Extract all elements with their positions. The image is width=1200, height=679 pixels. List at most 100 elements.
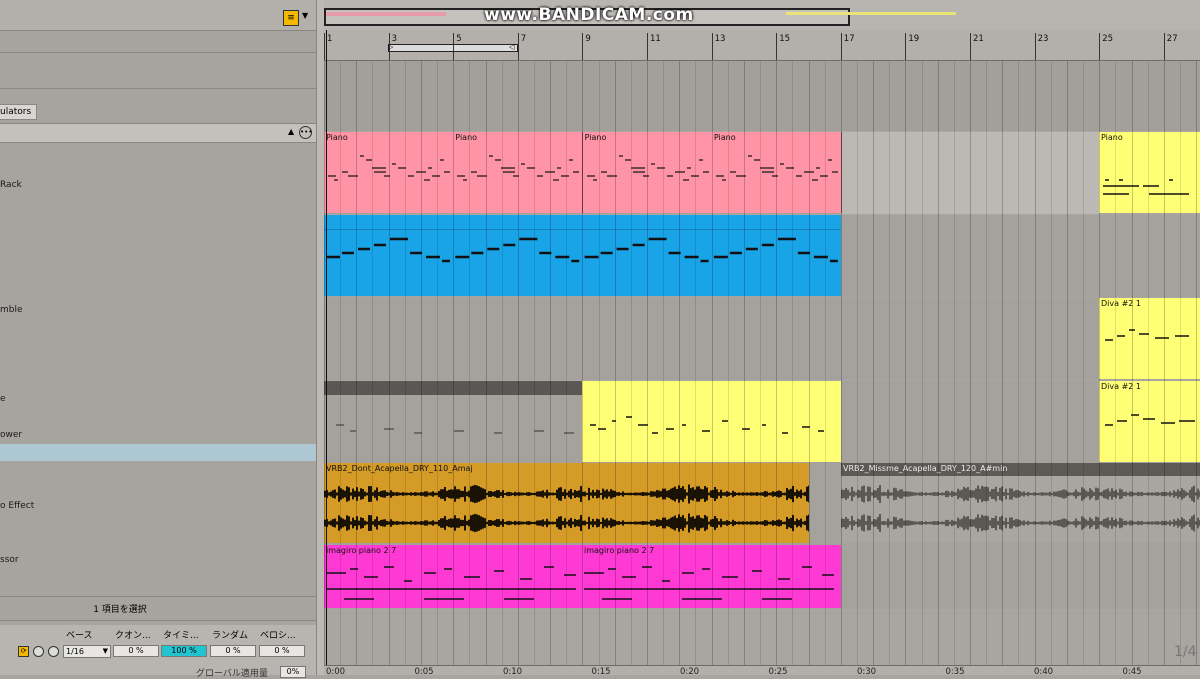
timing-amount-field[interactable]: 100 % xyxy=(161,645,207,657)
grid-line xyxy=(856,61,858,665)
clip-title: Piano xyxy=(713,133,736,142)
base-select[interactable]: 1/16 ▼ xyxy=(63,645,111,658)
bar-number: 5 xyxy=(456,34,462,44)
bar-number: 17 xyxy=(843,34,855,44)
bar-tick xyxy=(388,33,390,60)
bar-number: 15 xyxy=(779,34,791,44)
time-label: 0:40 xyxy=(1034,667,1054,675)
bar-number: 27 xyxy=(1166,34,1178,44)
selected-row[interactable] xyxy=(0,444,316,461)
bar-number: 19 xyxy=(908,34,920,44)
overview-clips xyxy=(786,12,956,15)
grid-line xyxy=(485,61,487,665)
midi-notes xyxy=(1105,329,1189,341)
grid-line xyxy=(727,61,729,665)
midi-notes xyxy=(1105,414,1195,426)
bar-number: 23 xyxy=(1037,34,1049,44)
quantize-header-base: ベース xyxy=(66,631,93,641)
quantize-panel: ベース クオン... タイミ... ランダム ベロシ... ⟳ 1/16 ▼ 0… xyxy=(0,625,316,679)
grid-line xyxy=(517,61,519,665)
record-icon[interactable] xyxy=(33,646,44,657)
grid-line xyxy=(550,61,552,665)
track-lane xyxy=(324,298,1200,380)
time-label: 0:00 xyxy=(326,667,346,675)
arrangement-view: ▷ ◁ Piano Piano Piano Piano Piano Diva #2 1 xyxy=(324,0,1200,675)
list-item[interactable]: mble xyxy=(0,305,316,315)
grid-line xyxy=(776,61,778,665)
grid-line xyxy=(1147,61,1149,665)
random-amount-field[interactable]: 0 % xyxy=(210,645,256,657)
grid-line xyxy=(437,61,439,665)
time-label: 0:05 xyxy=(414,667,434,675)
track-lane xyxy=(324,610,1200,665)
grid-line xyxy=(1163,61,1165,665)
bar-number: 3 xyxy=(391,34,398,44)
grid-line xyxy=(356,61,358,665)
list-item[interactable]: Rack xyxy=(0,180,316,190)
loop-end-marker[interactable]: ◁ xyxy=(509,43,514,51)
playhead[interactable] xyxy=(326,30,327,665)
grid-line xyxy=(372,61,374,665)
global-amount-field[interactable]: 0% xyxy=(280,666,306,678)
bar-number: 1 xyxy=(327,34,333,44)
midi-clip-piano-yellow[interactable]: Piano xyxy=(1099,132,1200,213)
modulators-tab[interactable]: ulators xyxy=(0,104,37,120)
loop-icon[interactable] xyxy=(48,646,59,657)
bar-number: 21 xyxy=(973,34,984,44)
grid-line xyxy=(1179,61,1181,665)
grid-line xyxy=(566,61,568,665)
bar-tick xyxy=(970,33,971,60)
bar-tick xyxy=(840,33,842,60)
scroll-up-icon[interactable]: ▲ xyxy=(288,127,294,136)
list-item[interactable]: ower xyxy=(0,430,316,440)
grid-line xyxy=(614,61,616,665)
quantize-toggle-icon[interactable]: ⟳ xyxy=(18,646,29,657)
zoom-indicator: 1/4 xyxy=(1174,644,1197,660)
quantize-amount-field[interactable]: 0 % xyxy=(113,645,159,657)
bar-number: 11 xyxy=(650,34,661,44)
left-browser-panel: ≡ ▼ ulators ▲ ••• Rack mble e ower o Eff… xyxy=(0,0,316,679)
bar-tick xyxy=(647,33,648,60)
midi-clip-diva[interactable]: Diva #2 1 xyxy=(1099,298,1200,379)
bar-tick xyxy=(1163,33,1165,60)
grid-line xyxy=(743,61,745,665)
grid-line xyxy=(1131,61,1133,665)
bar-tick xyxy=(324,33,325,60)
midi-clip-diva[interactable]: Diva #2 1 xyxy=(1099,381,1200,462)
global-amount-label: グローバル適用量 xyxy=(196,669,268,679)
list-item[interactable]: ssor xyxy=(0,555,316,565)
watermark: www.BANDICAM.com xyxy=(484,5,694,25)
quantize-header-random: ランダム xyxy=(212,631,249,641)
track-lane xyxy=(324,61,1200,131)
time-label: 0:15 xyxy=(591,667,611,675)
more-options-icon[interactable]: ••• xyxy=(299,126,312,139)
clip-title: VRB2_Dont_Acapella_DRY_110_Amaj xyxy=(326,464,473,473)
grid-line xyxy=(582,61,584,665)
grid-line xyxy=(679,61,681,665)
grid-line xyxy=(420,61,422,665)
list-item[interactable]: e xyxy=(0,394,316,404)
list-item[interactable]: o Effect xyxy=(0,501,316,511)
time-ruler[interactable] xyxy=(324,665,1200,675)
bar-number: 13 xyxy=(714,34,726,44)
grid-line xyxy=(889,61,891,665)
grid-line xyxy=(953,61,955,665)
grid-line xyxy=(695,61,697,665)
chevron-down-icon[interactable]: ▼ xyxy=(302,11,308,20)
audio-clip[interactable]: VRB2_Missme_Acapella_DRY_120_A#min xyxy=(841,463,1200,543)
filter-icon[interactable]: ≡ xyxy=(283,10,299,26)
grid-line xyxy=(663,61,665,665)
bar-tick xyxy=(1034,33,1036,60)
time-label: 0:45 xyxy=(1122,667,1142,675)
overview-strip[interactable] xyxy=(324,0,1200,31)
grid-line xyxy=(1066,61,1068,665)
panel-topbar: ≡ ▼ xyxy=(0,0,316,31)
device-list-header: ▲ ••• xyxy=(0,123,316,143)
grid-line xyxy=(840,61,842,665)
velocity-amount-field[interactable]: 0 % xyxy=(259,645,305,657)
grid-line xyxy=(630,61,632,665)
clip-title: imagiro piano 2 7 xyxy=(326,546,397,555)
grid-line xyxy=(404,61,406,665)
chevron-down-icon: ▼ xyxy=(102,647,108,655)
grid-line xyxy=(1115,61,1117,665)
